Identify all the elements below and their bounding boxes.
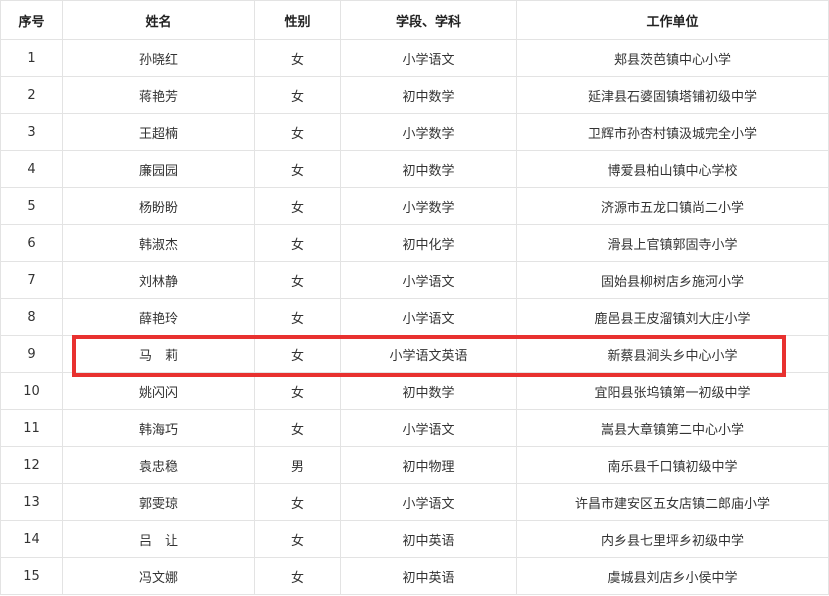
cell-subject: 初中化学 bbox=[340, 224, 517, 262]
cell-workplace: 内乡县七里坪乡初级中学 bbox=[516, 520, 829, 558]
cell-index: 12 bbox=[0, 446, 63, 484]
cell-subject: 初中数学 bbox=[340, 150, 517, 188]
cell-subject: 小学语文英语 bbox=[340, 335, 517, 373]
table-row: 11 韩海巧女小学语文 嵩县大章镇第二中心小学 bbox=[0, 409, 829, 447]
cell-gender: 女 bbox=[254, 298, 341, 336]
cell-index: 2 bbox=[0, 76, 63, 114]
cell-gender: 女 bbox=[254, 483, 341, 521]
cell-name: 薛艳玲 bbox=[62, 298, 255, 336]
cell-name: 袁忠稳 bbox=[62, 446, 255, 484]
cell-index: 9 bbox=[0, 335, 63, 373]
cell-name: 杨盼盼 bbox=[62, 187, 255, 225]
cell-subject: 初中英语 bbox=[340, 520, 517, 558]
cell-subject: 初中数学 bbox=[340, 372, 517, 410]
cell-workplace: 鹿邑县王皮溜镇刘大庄小学 bbox=[516, 298, 829, 336]
cell-workplace: 虞城县刘店乡小侯中学 bbox=[516, 557, 829, 595]
cell-index: 5 bbox=[0, 187, 63, 225]
cell-name: 韩海巧 bbox=[62, 409, 255, 447]
cell-name: 吕 让 bbox=[62, 520, 255, 558]
cell-workplace: 卫辉市孙杏村镇汲城完全小学 bbox=[516, 113, 829, 151]
cell-workplace: 嵩县大章镇第二中心小学 bbox=[516, 409, 829, 447]
table-row: 5 杨盼盼女小学数学 济源市五龙口镇尚二小学 bbox=[0, 187, 829, 225]
cell-subject: 小学语文 bbox=[340, 483, 517, 521]
cell-gender: 女 bbox=[254, 150, 341, 188]
cell-gender: 女 bbox=[254, 557, 341, 595]
header-gender: 性别 bbox=[254, 0, 341, 40]
table-row: 2 蒋艳芳女初中数学 延津县石婆固镇塔铺初级中学 bbox=[0, 76, 829, 114]
header-index: 序号 bbox=[0, 0, 63, 40]
table-row: 7 刘林静女小学语文 固始县柳树店乡施河小学 bbox=[0, 261, 829, 299]
cell-index: 4 bbox=[0, 150, 63, 188]
table-row: 3 王超楠女小学数学 卫辉市孙杏村镇汲城完全小学 bbox=[0, 113, 829, 151]
cell-name: 王超楠 bbox=[62, 113, 255, 151]
cell-workplace: 南乐县千口镇初级中学 bbox=[516, 446, 829, 484]
cell-index: 3 bbox=[0, 113, 63, 151]
cell-workplace: 郏县茨芭镇中心小学 bbox=[516, 39, 829, 77]
cell-name: 廉园园 bbox=[62, 150, 255, 188]
cell-subject: 小学语文 bbox=[340, 298, 517, 336]
cell-gender: 女 bbox=[254, 261, 341, 299]
cell-name: 马 莉 bbox=[62, 335, 255, 373]
cell-index: 7 bbox=[0, 261, 63, 299]
cell-name: 姚闪闪 bbox=[62, 372, 255, 410]
cell-gender: 女 bbox=[254, 520, 341, 558]
cell-index: 8 bbox=[0, 298, 63, 336]
cell-name: 冯文娜 bbox=[62, 557, 255, 595]
cell-subject: 小学数学 bbox=[340, 113, 517, 151]
cell-gender: 女 bbox=[254, 409, 341, 447]
table-row: 1 孙晓红女小学语文 郏县茨芭镇中心小学 bbox=[0, 39, 829, 77]
cell-workplace: 博爱县柏山镇中心学校 bbox=[516, 150, 829, 188]
cell-name: 刘林静 bbox=[62, 261, 255, 299]
cell-name: 蒋艳芳 bbox=[62, 76, 255, 114]
teacher-table: 序号 姓名 性别 学段、学科 工作单位 1 孙晓红女小学语文 郏县茨芭镇中心小学 2 蒋… bbox=[0, 0, 829, 595]
cell-gender: 女 bbox=[254, 113, 341, 151]
cell-subject: 初中英语 bbox=[340, 557, 517, 595]
cell-index: 15 bbox=[0, 557, 63, 595]
cell-workplace: 固始县柳树店乡施河小学 bbox=[516, 261, 829, 299]
cell-workplace: 新蔡县涧头乡中心小学 bbox=[516, 335, 829, 373]
cell-index: 13 bbox=[0, 483, 63, 521]
table-row: 4 廉园园女初中数学 博爱县柏山镇中心学校 bbox=[0, 150, 829, 188]
cell-subject: 初中物理 bbox=[340, 446, 517, 484]
table-row: 6 韩淑杰女初中化学 滑县上官镇郭固寺小学 bbox=[0, 224, 829, 262]
cell-name: 郭雯琼 bbox=[62, 483, 255, 521]
cell-gender: 女 bbox=[254, 76, 341, 114]
table-row: 10 姚闪闪女初中数学 宜阳县张坞镇第一初级中学 bbox=[0, 372, 829, 410]
cell-subject: 初中数学 bbox=[340, 76, 517, 114]
cell-name: 韩淑杰 bbox=[62, 224, 255, 262]
table-row: 14 吕 让女初中英语 内乡县七里坪乡初级中学 bbox=[0, 520, 829, 558]
cell-subject: 小学语文 bbox=[340, 39, 517, 77]
table-row: 13 郭雯琼女小学语文 许昌市建安区五女店镇二郎庙小学 bbox=[0, 483, 829, 521]
table-row: 12 袁忠稳男初中物理 南乐县千口镇初级中学 bbox=[0, 446, 829, 484]
cell-gender: 男 bbox=[254, 446, 341, 484]
cell-workplace: 济源市五龙口镇尚二小学 bbox=[516, 187, 829, 225]
cell-workplace: 延津县石婆固镇塔铺初级中学 bbox=[516, 76, 829, 114]
cell-name: 孙晓红 bbox=[62, 39, 255, 77]
cell-subject: 小学数学 bbox=[340, 187, 517, 225]
cell-gender: 女 bbox=[254, 224, 341, 262]
cell-index: 14 bbox=[0, 520, 63, 558]
cell-index: 10 bbox=[0, 372, 63, 410]
cell-subject: 小学语文 bbox=[340, 409, 517, 447]
table-row: 15 冯文娜女初中英语 虞城县刘店乡小侯中学 bbox=[0, 557, 829, 595]
cell-workplace: 滑县上官镇郭固寺小学 bbox=[516, 224, 829, 262]
cell-subject: 小学语文 bbox=[340, 261, 517, 299]
cell-gender: 女 bbox=[254, 372, 341, 410]
table-row: 8 薛艳玲女小学语文 鹿邑县王皮溜镇刘大庄小学 bbox=[0, 298, 829, 336]
cell-gender: 女 bbox=[254, 39, 341, 77]
cell-workplace: 许昌市建安区五女店镇二郎庙小学 bbox=[516, 483, 829, 521]
table-header-row: 序号 姓名 性别 学段、学科 工作单位 bbox=[0, 0, 829, 40]
table-row: 9马 莉女小学语文英语 新蔡县涧头乡中心小学 bbox=[0, 335, 829, 373]
header-name: 姓名 bbox=[62, 0, 255, 40]
cell-index: 1 bbox=[0, 39, 63, 77]
header-subject: 学段、学科 bbox=[340, 0, 517, 40]
cell-gender: 女 bbox=[254, 187, 341, 225]
header-workplace: 工作单位 bbox=[516, 0, 829, 40]
cell-workplace: 宜阳县张坞镇第一初级中学 bbox=[516, 372, 829, 410]
cell-index: 11 bbox=[0, 409, 63, 447]
cell-index: 6 bbox=[0, 224, 63, 262]
cell-gender: 女 bbox=[254, 335, 341, 373]
